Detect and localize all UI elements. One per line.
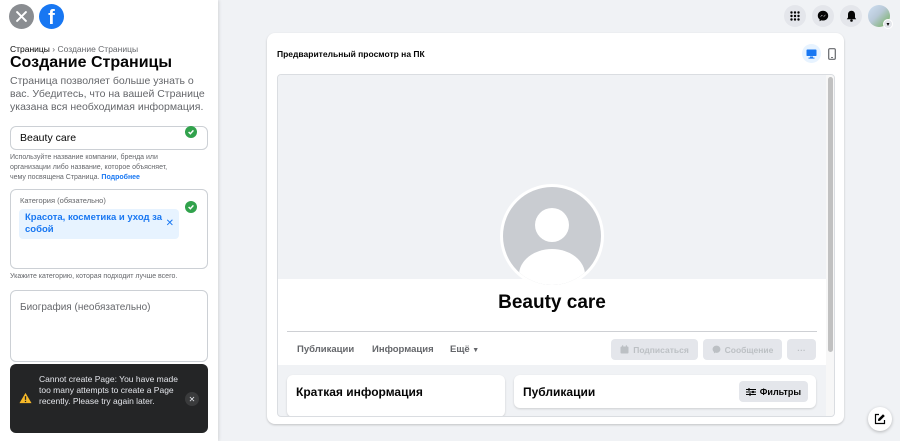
subscribe-icon [620, 345, 629, 354]
breadcrumb: Страницы › Создание Страницы [10, 44, 138, 54]
page-name-field[interactable]: Beauty care [10, 126, 208, 150]
page-preview-frame: Beauty care Публикации Информация Ещё ▼ … [277, 74, 835, 417]
desktop-icon [806, 49, 817, 59]
bio-field[interactable]: Биография (необязательно) [10, 290, 208, 362]
create-page-panel: f Страницы › Создание Страницы Создание … [0, 0, 218, 441]
breadcrumb-current: Создание Страницы [57, 44, 139, 54]
messenger-button[interactable] [812, 5, 834, 27]
facebook-logo[interactable]: f [39, 4, 64, 29]
preview-page-name: Beauty care [498, 292, 606, 313]
header-divider [287, 331, 817, 332]
page-name-help-text: Используйте название компании, бренда ил… [10, 154, 168, 181]
intro-section: Краткая информация [287, 375, 505, 416]
message-label: Сообщение [724, 344, 774, 355]
chip-remove-icon[interactable]: ✕ [166, 218, 174, 229]
category-field[interactable]: Категория (обязательно) Красота, космети… [10, 189, 208, 269]
apps-grid-icon [790, 11, 800, 21]
page-name-value[interactable]: Beauty care [20, 132, 76, 144]
intro-title: Краткая информация [296, 385, 423, 399]
filters-icon [745, 387, 756, 396]
more-options-button[interactable]: ··· [787, 339, 816, 360]
tab-more[interactable]: Ещё ▼ [450, 344, 479, 355]
apps-menu-button[interactable] [784, 5, 806, 27]
desktop-view-button[interactable] [802, 44, 821, 63]
posts-section: Публикации Фильтры [514, 375, 816, 408]
page-description: Страница позволяет больше узнать о вас. … [10, 75, 205, 113]
error-toast: Cannot create Page: You have made too ma… [10, 364, 208, 433]
bio-placeholder: Биография (необязательно) [20, 302, 151, 313]
close-button[interactable] [9, 4, 34, 29]
caret-down-icon: ▼ [472, 347, 480, 354]
notifications-button[interactable] [840, 5, 862, 27]
check-icon [185, 201, 197, 213]
toast-close-button[interactable]: ✕ [185, 392, 199, 406]
preview-title: Предварительный просмотр на ПК [277, 49, 425, 59]
bell-icon [846, 10, 856, 22]
toast-message: Cannot create Page: You have made too ma… [39, 374, 178, 406]
profile-picture [500, 184, 604, 288]
breadcrumb-pages[interactable]: Страницы [10, 44, 50, 54]
messenger-icon [817, 10, 829, 22]
category-help: Укажите категорию, которая подходит лучш… [10, 273, 178, 280]
mobile-icon [828, 48, 836, 60]
compose-icon [874, 413, 886, 425]
page-name-help: Используйте название компании, бренда ил… [10, 153, 180, 183]
close-icon [16, 11, 27, 22]
category-chip: Красота, косметика и уход за собой ✕ [19, 209, 179, 239]
desktop-preview-card: Предварительный просмотр на ПК Beauty ca… [267, 33, 844, 424]
posts-title: Публикации [523, 385, 596, 399]
filters-label: Фильтры [759, 386, 801, 397]
mobile-view-button[interactable] [825, 45, 839, 63]
new-message-button[interactable] [868, 407, 892, 431]
messenger-icon [712, 345, 721, 354]
chevron-down-icon[interactable]: ▾ [883, 19, 893, 29]
tab-posts[interactable]: Публикации [297, 344, 354, 355]
panel-top-icons: f [9, 4, 64, 29]
tab-more-label: Ещё [450, 344, 470, 355]
page-title: Создание Страницы [10, 54, 173, 71]
preview-scrollbar-thumb[interactable] [828, 77, 833, 352]
subscribe-button[interactable]: Подписаться [611, 339, 698, 360]
check-icon [185, 126, 197, 138]
filters-button[interactable]: Фильтры [738, 381, 808, 402]
tab-about[interactable]: Информация [372, 344, 434, 355]
learn-more-link[interactable]: Подробнее [101, 174, 140, 181]
default-avatar-icon [503, 187, 601, 285]
message-button[interactable]: Сообщение [703, 339, 782, 360]
subscribe-label: Подписаться [633, 344, 689, 355]
warning-icon [19, 392, 32, 404]
category-label: Категория (обязательно) [20, 196, 106, 205]
category-chip-label: Красота, косметика и уход за собой [25, 212, 163, 235]
